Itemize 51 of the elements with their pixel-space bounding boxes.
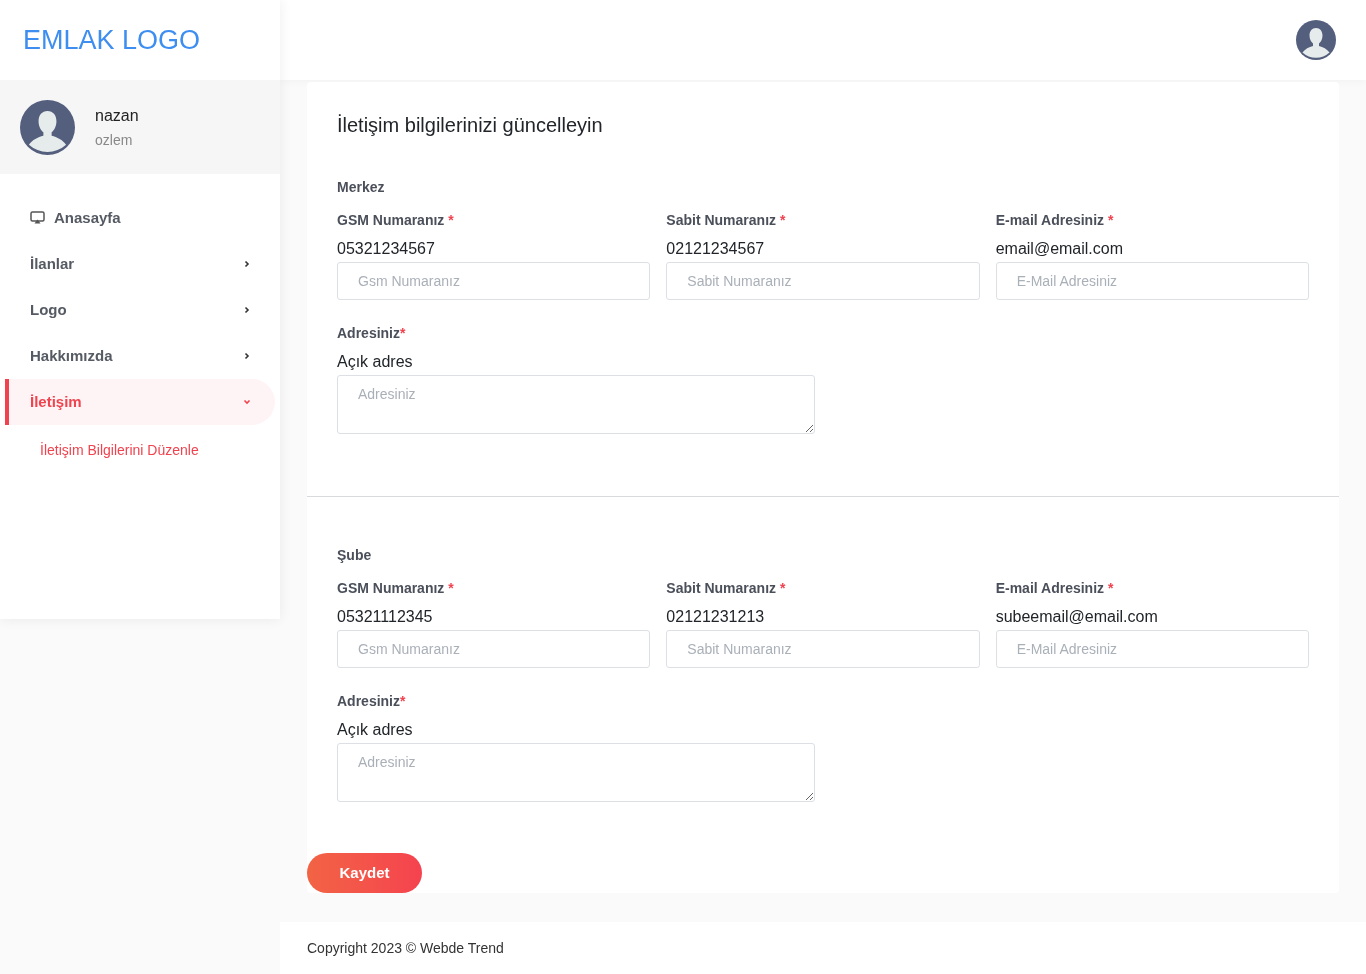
input-field[interactable]: E-Mail Adresiniz [995,262,1309,300]
form-title: İletişim bilgilerinizi güncelleyin [336,113,604,138]
user-subtitle: ozlem [95,130,134,150]
monitor-icon [30,211,45,225]
input-field[interactable]: Gsm Numaranız [337,630,651,668]
current-value: 05321234567 [337,239,436,259]
current-value: email@email.com [995,239,1125,259]
input-field[interactable]: Gsm Numaranız [337,262,651,300]
required-mark: * [448,578,454,598]
current-value: Açık adres [337,720,414,740]
field-label: Adresiniz [337,691,400,711]
current-value: subeemail@email.com [995,607,1159,627]
input-field[interactable]: Sabit Numaranız [666,630,980,668]
current-value: 02121234567 [666,239,766,259]
required-mark: * [1108,210,1114,230]
nav-item[interactable]: Hakkımızda [5,333,275,379]
nav-item[interactable]: İletişim [5,379,275,425]
section-heading: Şube [337,546,373,565]
current-value: 02121231213 [666,607,766,627]
copyright-text: Copyright 2023 © Webde Trend [307,938,504,958]
field-label: E-mail Adresiniz [995,578,1105,598]
chevron-right-icon [243,260,251,268]
address-field[interactable]: Adresiniz [337,375,815,434]
required-mark: * [780,578,786,598]
profile-icon [1296,20,1336,60]
field-label: Sabit Numaranız [666,578,777,598]
field-label: Sabit Numaranız [666,210,777,230]
input-field[interactable]: Sabit Numaranız [666,262,980,300]
current-value: 05321112345 [337,607,434,627]
field-label: E-mail Adresiniz [995,210,1105,230]
current-value: Açık adres [337,352,414,372]
required-mark: * [400,691,406,711]
nav-item[interactable]: İlanlar [5,241,275,287]
chevron-right-icon [243,306,251,314]
required-mark: * [400,323,406,343]
field-label: GSM Numaranız [337,578,445,598]
required-mark: * [780,210,786,230]
required-mark: * [1108,578,1114,598]
address-field[interactable]: Adresiniz [337,743,815,802]
field-label: GSM Numaranız [337,210,445,230]
chevron-right-icon [243,352,251,360]
nav-subitem[interactable]: İletişim Bilgilerini Düzenle [0,425,280,475]
required-mark: * [448,210,454,230]
chevron-down-icon [243,398,251,406]
field-label: Adresiniz [337,323,400,343]
input-field[interactable]: E-Mail Adresiniz [995,630,1309,668]
nav-item[interactable]: Anasayfa [5,195,275,241]
user-name: nazan [95,105,139,126]
nav-item[interactable]: Logo [5,287,275,333]
avatar-icon [20,99,75,155]
section-heading: Merkez [337,178,386,197]
